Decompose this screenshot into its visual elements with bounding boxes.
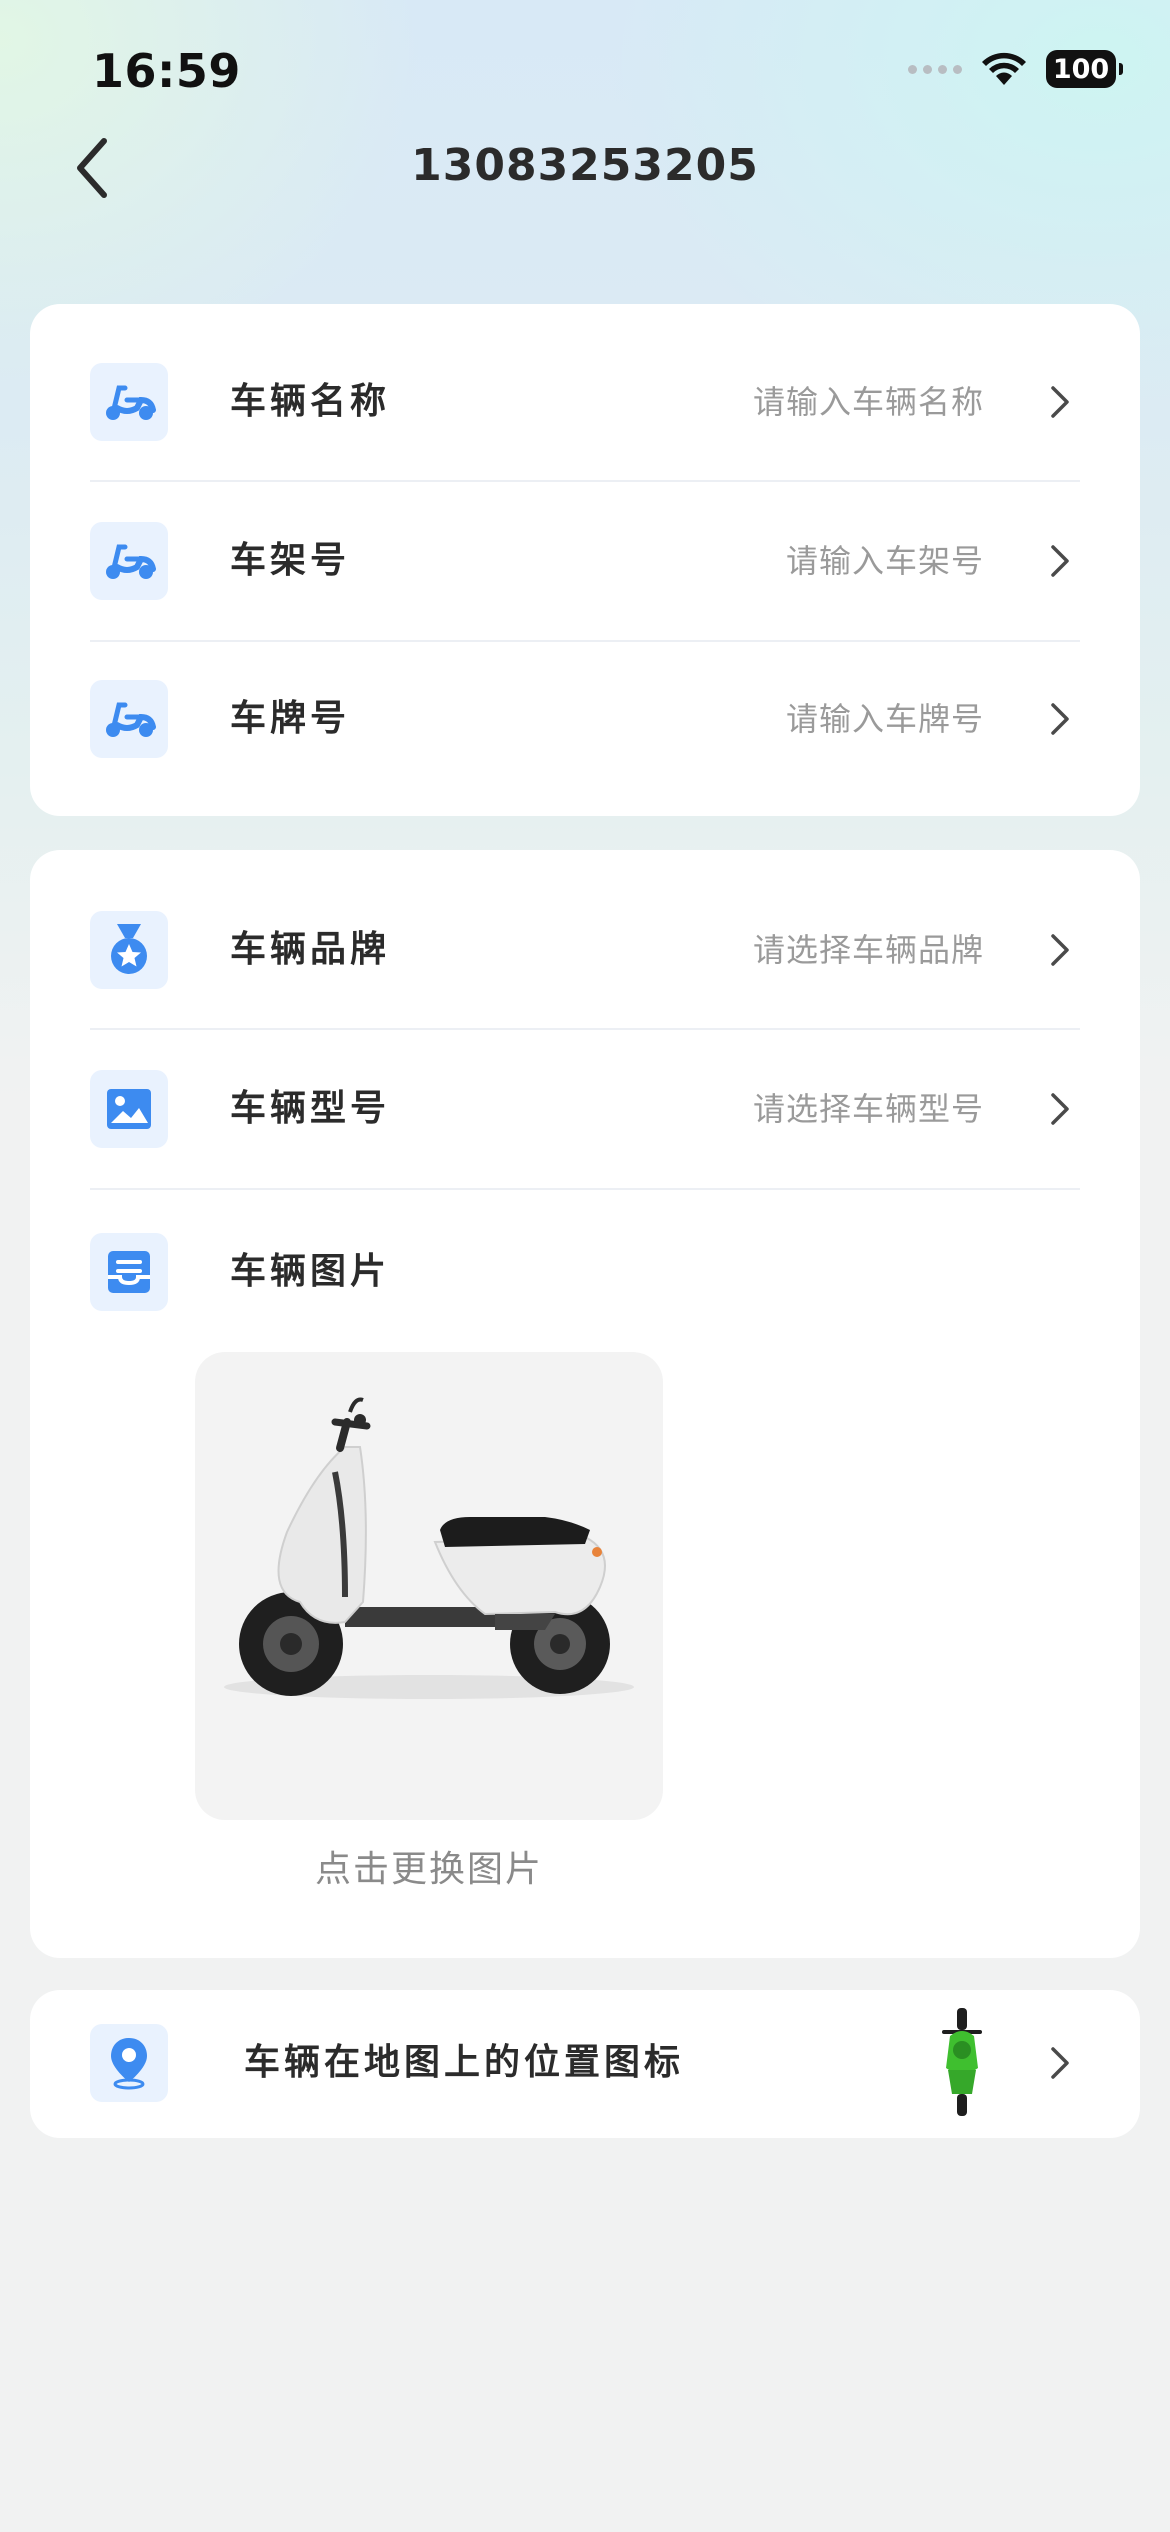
- vehicle-name-label: 车辆名称: [230, 381, 391, 422]
- scooter-icon: [90, 522, 168, 600]
- scooter-icon: [90, 680, 168, 758]
- vehicle-model-label: 车辆型号: [230, 1088, 391, 1129]
- vehicle-brand-label: 车辆品牌: [230, 929, 391, 970]
- divider: [90, 1028, 1080, 1030]
- vehicle-photo[interactable]: [195, 1352, 663, 1820]
- scooter-icon: [90, 363, 168, 441]
- divider: [90, 480, 1080, 482]
- basic-info-card: 车辆名称 请输入车辆名称 车架号 请输入车架号 车牌号 请输入车牌号: [30, 304, 1140, 816]
- map-icon-card: 车辆在地图上的位置图标: [30, 1990, 1140, 2138]
- chevron-right-icon: [1040, 541, 1080, 581]
- chevron-right-icon: [1040, 382, 1080, 422]
- vehicle-name-row[interactable]: 车辆名称 请输入车辆名称: [90, 362, 1080, 442]
- map-icon-label: 车辆在地图上的位置图标: [244, 2042, 685, 2083]
- map-icon-row[interactable]: 车辆在地图上的位置图标: [90, 2008, 1080, 2116]
- vehicle-brand-placeholder: 请选择车辆品牌: [752, 931, 984, 969]
- vehicle-name-placeholder: 请输入车辆名称: [752, 383, 984, 421]
- license-plate-placeholder: 请输入车牌号: [785, 700, 984, 738]
- battery-icon: 100: [1046, 50, 1123, 88]
- list-icon: [90, 1233, 168, 1311]
- change-photo-hint[interactable]: 点击更换图片: [195, 1840, 663, 1892]
- page-title: 13083253205: [411, 140, 759, 191]
- chevron-right-icon: [1040, 699, 1080, 739]
- status-time: 16:59: [92, 44, 241, 98]
- cellular-signal-icon: [908, 64, 962, 74]
- scooter-photo: [224, 1397, 634, 1699]
- battery-level: 100: [1052, 53, 1110, 85]
- vehicle-model-row[interactable]: 车辆型号 请选择车辆型号: [90, 1069, 1080, 1149]
- chevron-right-icon: [1040, 930, 1080, 970]
- status-indicators: 100: [908, 50, 1123, 88]
- vehicle-model-placeholder: 请选择车辆型号: [752, 1090, 984, 1128]
- chevron-right-icon: [1040, 2043, 1080, 2083]
- frame-number-placeholder: 请输入车架号: [785, 542, 984, 580]
- image-icon: [90, 1070, 168, 1148]
- license-plate-label: 车牌号: [230, 698, 351, 739]
- location-pin-icon: [90, 2024, 168, 2102]
- map-marker-preview: [934, 2006, 990, 2118]
- license-plate-row[interactable]: 车牌号 请输入车牌号: [90, 679, 1080, 759]
- vehicle-photo-label: 车辆图片: [230, 1251, 391, 1292]
- model-info-card: 车辆品牌 请选择车辆品牌 车辆型号 请选择车辆型号 车辆图片 点击更换图片: [30, 850, 1140, 1958]
- medal-icon: [90, 911, 168, 989]
- divider: [90, 640, 1080, 642]
- chevron-right-icon: [1040, 1089, 1080, 1129]
- divider: [90, 1188, 1080, 1190]
- frame-number-label: 车架号: [230, 540, 351, 581]
- vehicle-brand-row[interactable]: 车辆品牌 请选择车辆品牌: [90, 910, 1080, 990]
- wifi-icon: [982, 52, 1026, 85]
- frame-number-row[interactable]: 车架号 请输入车架号: [90, 521, 1080, 601]
- vehicle-photo-row: 车辆图片: [90, 1232, 1080, 1312]
